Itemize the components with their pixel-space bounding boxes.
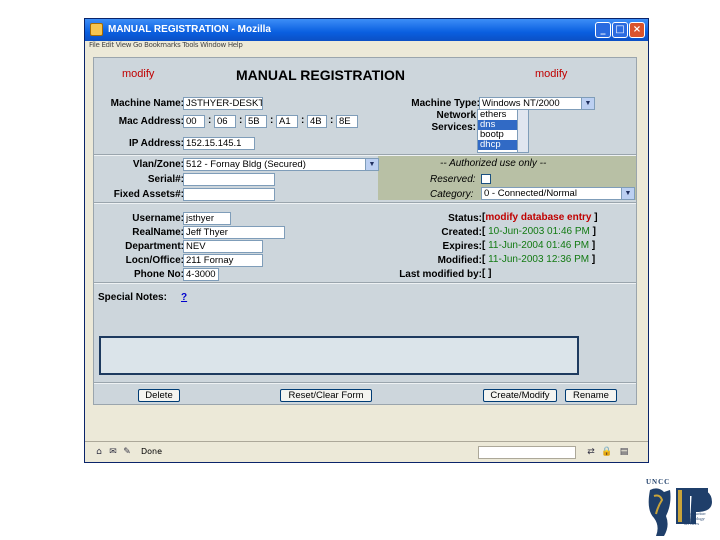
mac-separator: :	[301, 115, 305, 126]
mode-indicator-right: modify	[535, 68, 568, 80]
department-label: Department:	[125, 241, 184, 252]
ip-address-input[interactable]: 152.15.145.1	[183, 137, 255, 150]
mac-octet-1[interactable]: 00	[183, 115, 205, 128]
created-value: 10-Jun-2003 01:46 PM	[488, 226, 590, 237]
rename-button[interactable]: Rename	[565, 389, 617, 402]
mac-separator: :	[208, 115, 212, 126]
authorized-use-text: -- Authorized use only --	[440, 158, 547, 169]
content-padding	[93, 405, 637, 439]
serial-input[interactable]	[183, 173, 275, 186]
mac-separator: :	[239, 115, 243, 126]
network-label: Network	[436, 110, 476, 121]
reserved-checkbox[interactable]	[481, 174, 491, 184]
mac-separator: :	[270, 115, 274, 126]
print-icon[interactable]: ▤	[618, 446, 630, 458]
mac-octet-4[interactable]: A1	[276, 115, 298, 128]
modified-value: 11-Jun-2003 12:36 PM	[488, 254, 590, 265]
minimize-icon[interactable]: _	[595, 22, 611, 38]
window-title: MANUAL REGISTRATION - Mozilla	[108, 24, 271, 35]
mail-icon[interactable]: ✉	[107, 446, 119, 458]
serial-label: Serial#:	[147, 174, 184, 185]
last-modified-label: Last modified by:	[399, 269, 482, 280]
category-select[interactable]: 0 - Connected/Normal ▼	[481, 187, 635, 200]
security-lock-icon[interactable]: 🔒	[601, 446, 613, 458]
realname-label: RealName:	[132, 227, 184, 238]
section-divider	[94, 282, 636, 284]
maximize-icon[interactable]: □	[612, 22, 628, 38]
mozilla-app-icon	[90, 23, 103, 36]
status-value: modify database entry	[485, 212, 592, 223]
browser-window: MANUAL REGISTRATION - Mozilla _ □ × File…	[84, 18, 649, 463]
services-scrollbar[interactable]	[517, 110, 528, 152]
vlan-zone-label: Vlan/Zone:	[132, 159, 184, 170]
mac-octet-5[interactable]: 4B	[307, 115, 327, 128]
phone-label: Phone No:	[134, 269, 184, 280]
help-link[interactable]: ?	[181, 292, 187, 303]
modified-value-wrapper: [ 11-Jun-2003 12:36 PM ]	[482, 254, 596, 265]
logo-tagline: Information Technology Services	[684, 511, 706, 526]
special-notes-label: Special Notes:	[98, 292, 167, 303]
section-divider	[94, 202, 636, 204]
special-notes-textarea[interactable]	[99, 336, 579, 375]
online-icon[interactable]: ⇄	[585, 446, 597, 458]
reset-clear-form-button[interactable]: Reset/Clear Form	[280, 389, 372, 402]
mac-octet-3[interactable]: 5B	[245, 115, 267, 128]
modified-label: Modified:	[437, 255, 482, 266]
realname-input[interactable]: Jeff Thyer	[183, 226, 285, 239]
navigator-icon[interactable]: ⌂	[93, 446, 105, 458]
expires-value-wrapper: [ 11-Jun-2004 01:46 PM ]	[482, 240, 596, 251]
created-label: Created:	[441, 227, 482, 238]
chevron-down-icon[interactable]: ▼	[621, 188, 634, 199]
username-label: Username:	[132, 213, 184, 224]
vlan-zone-select[interactable]: 512 - Fornay Bldg (Secured) ▼	[183, 158, 379, 171]
status-text: Done	[141, 447, 163, 456]
username-input[interactable]: jsthyer	[183, 212, 231, 225]
logo-uncc-text: UNCC	[646, 478, 671, 486]
department-input[interactable]: NEV	[183, 240, 263, 253]
machine-name-input[interactable]: JSTHYER-DESKTOP	[183, 97, 263, 110]
expires-value: 11-Jun-2004 01:46 PM	[488, 240, 590, 251]
mac-octet-6[interactable]: 8E	[336, 115, 358, 128]
machine-name-label: Machine Name:	[110, 98, 184, 109]
browser-status-bar: ⌂ ✉ ✎ Done ⇄ 🔒 ▤	[85, 441, 648, 462]
fixed-assets-label: Fixed Assets#:	[113, 189, 184, 200]
created-value-wrapper: [ 10-Jun-2003 01:46 PM ]	[482, 226, 596, 237]
status-value-wrapper: [modify database entry ]	[482, 212, 598, 223]
mac-address-label: Mac Address:	[118, 116, 184, 127]
section-divider	[94, 382, 636, 384]
machine-type-value: Windows NT/2000	[482, 98, 560, 109]
close-icon[interactable]: ×	[629, 22, 645, 38]
ip-address-label: IP Address:	[128, 138, 184, 149]
unc-charlotte-its-logo: UNCC Information Technology Services	[640, 476, 720, 538]
expires-label: Expires:	[442, 241, 482, 252]
office-label: Locn/Office:	[125, 255, 184, 266]
category-label: Category:	[430, 189, 474, 200]
composer-icon[interactable]: ✎	[121, 446, 133, 458]
registration-form: modify MANUAL REGISTRATION modify Machin…	[93, 57, 637, 405]
office-input[interactable]: 211 Fornay	[183, 254, 263, 267]
fixed-assets-input[interactable]	[183, 188, 275, 201]
phone-input[interactable]: 4-3000	[183, 268, 219, 281]
mac-separator: :	[330, 115, 334, 126]
mode-indicator-left: modify	[122, 68, 155, 80]
vlan-zone-value: 512 - Fornay Bldg (Secured)	[186, 159, 306, 170]
title-bar[interactable]: MANUAL REGISTRATION - Mozilla _ □ ×	[85, 19, 648, 41]
mac-octet-2[interactable]: 06	[214, 115, 236, 128]
services-label: Services:	[431, 122, 476, 133]
delete-button[interactable]: Delete	[138, 389, 180, 402]
menu-items[interactable]: File Edit View Go Bookmarks Tools Window…	[89, 41, 243, 49]
machine-type-label: Machine Type:	[411, 98, 480, 109]
progress-field	[478, 446, 576, 459]
chevron-down-icon[interactable]: ▼	[365, 159, 378, 170]
category-value: 0 - Connected/Normal	[484, 188, 577, 199]
status-label: Status:	[448, 213, 482, 224]
menu-bar[interactable]: File Edit View Go Bookmarks Tools Window…	[85, 41, 648, 53]
last-modified-wrapper: [ ]	[482, 268, 492, 279]
page-title: MANUAL REGISTRATION	[236, 67, 406, 83]
create-modify-button[interactable]: Create/Modify	[483, 389, 557, 402]
reserved-label: Reserved:	[430, 174, 476, 185]
chevron-down-icon[interactable]: ▼	[581, 98, 594, 109]
